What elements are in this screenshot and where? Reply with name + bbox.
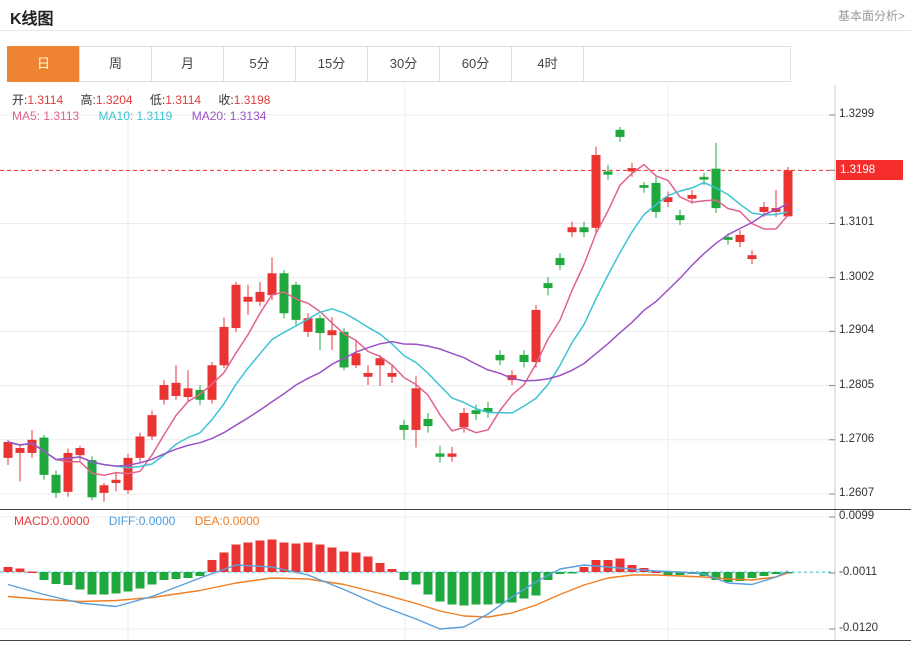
tab-row-spacer <box>583 46 791 82</box>
diff-label: DIFF: <box>108 514 139 528</box>
header-divider <box>0 30 911 31</box>
tab-month[interactable]: 月 <box>151 46 224 82</box>
interval-tab-row: 日 周 月 5分 15分 30分 60分 4时 <box>7 46 791 82</box>
high-value: 1.3204 <box>95 93 133 107</box>
macd-axis-label: -0.0011 <box>839 566 878 578</box>
macd-axis-label: -0.0120 <box>839 622 879 634</box>
low-value: 1.3114 <box>165 93 202 107</box>
ma10-label: MA10: <box>98 109 134 123</box>
current-price-badge: 1.3198 <box>836 160 903 181</box>
close-value: 1.3198 <box>233 93 271 107</box>
tab-day[interactable]: 日 <box>7 46 80 82</box>
ma-legend: MA5: 1.3113 MA10: 1.3119 MA20: 1.3134 <box>12 109 282 123</box>
macd-label: MACD: <box>14 514 53 528</box>
page-title: K线图 <box>10 11 54 28</box>
tab-week[interactable]: 周 <box>79 46 152 82</box>
kline-page: K线图 基本面分析> 日 周 月 5分 15分 30分 60分 4时 开:1.3… <box>0 0 911 645</box>
price-axis-label: 1.2607 <box>839 487 875 499</box>
ma5-value: 1.3113 <box>43 109 80 123</box>
price-axis-label: 1.2706 <box>839 432 875 445</box>
open-value: 1.3114 <box>27 93 64 107</box>
ma20-value: 1.3134 <box>229 109 267 123</box>
open-label: 开: <box>12 93 28 107</box>
tab-5min[interactable]: 5分 <box>223 46 296 82</box>
ohlc-legend: 开:1.3114 高:1.3204 低:1.3114 收:1.3198 <box>12 91 284 108</box>
diff-value: 0.0000 <box>138 514 176 528</box>
ma10-value: 1.3119 <box>136 109 173 123</box>
macd-value: 0.0000 <box>52 514 90 528</box>
macd-axis-label: 0.0099 <box>839 510 875 522</box>
macd-legend: MACD:0.0000 DIFF:0.0000 DEA:0.0000 <box>14 514 275 528</box>
dea-label: DEA: <box>194 514 223 528</box>
ma5-label: MA5: <box>12 109 41 123</box>
fundamental-analysis-link[interactable]: 基本面分析> <box>838 7 905 24</box>
high-label: 高: <box>80 93 96 107</box>
price-axis-label: 1.2805 <box>839 378 875 391</box>
tab-60min[interactable]: 60分 <box>439 46 512 82</box>
tab-30min[interactable]: 30分 <box>367 46 440 82</box>
low-label: 低: <box>149 93 166 107</box>
tab-15min[interactable]: 15分 <box>295 46 368 82</box>
price-axis-label: 1.3002 <box>839 270 875 283</box>
price-axis-label: 1.3101 <box>839 216 875 229</box>
ma20-label: MA20: <box>191 109 227 123</box>
dea-value: 0.0000 <box>222 514 260 528</box>
close-label: 收: <box>218 93 234 107</box>
price-axis-label: 1.3299 <box>839 108 875 120</box>
tab-4hour[interactable]: 4时 <box>511 46 584 82</box>
price-axis-label: 1.2904 <box>839 324 875 337</box>
